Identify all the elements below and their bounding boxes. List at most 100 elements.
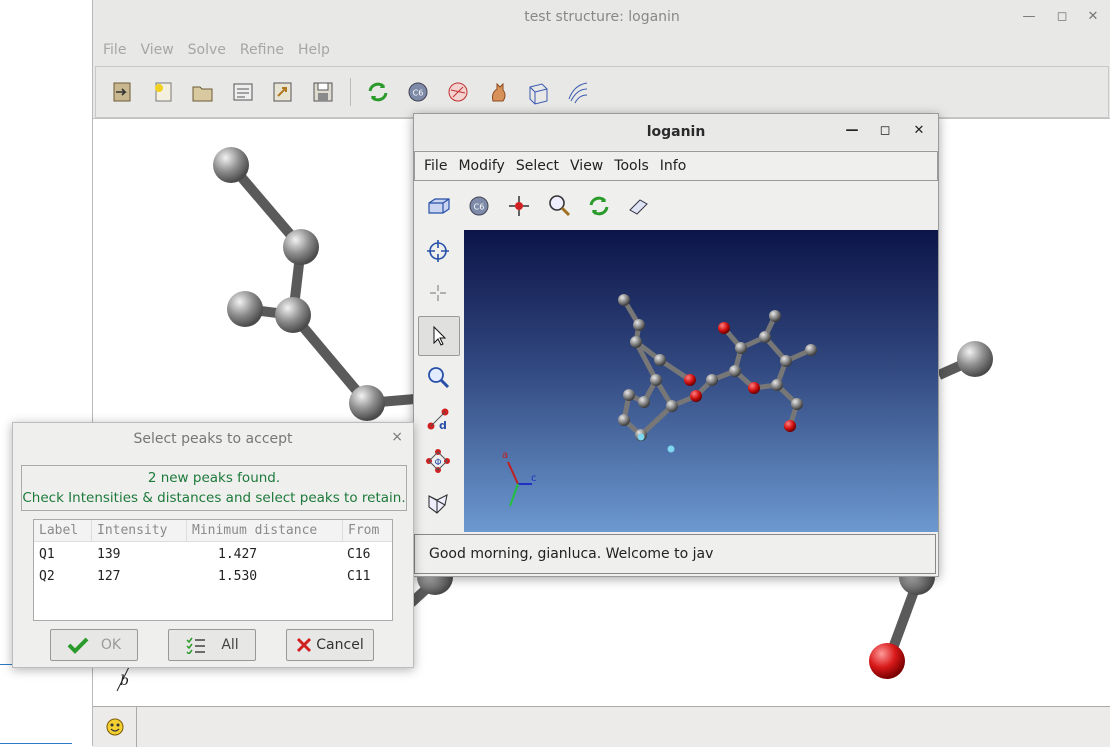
save-icon[interactable] [310,79,336,105]
molecule-drawing: a c [502,294,817,507]
svg-text:C6: C6 [413,89,424,98]
peaks-table: Label Intensity Minimum distance From Q1… [33,519,393,621]
unit-cell-icon[interactable] [426,193,452,219]
export-icon[interactable] [270,79,296,105]
cancel-button[interactable]: Cancel [286,629,374,661]
cell-from: C11 [347,569,371,584]
main-title: test structure: loganin [524,9,680,25]
axis-b-label: b [120,673,129,689]
distance-icon[interactable]: d [418,400,458,438]
folder-icon[interactable] [190,79,216,105]
atom-center-icon[interactable] [506,193,532,219]
smiley-icon[interactable] [94,707,136,747]
structure-icon[interactable] [445,79,471,105]
cell-icon[interactable] [525,79,551,105]
minimize-button[interactable]: — [842,121,862,141]
crosshair-icon[interactable] [418,274,458,312]
select-peaks-dialog: Select peaks to accept × 2 new peaks fou… [12,422,414,668]
element-c6-icon[interactable]: C6 [405,79,431,105]
loganin-toolbar: C6 [414,184,938,228]
atom[interactable] [283,229,319,265]
close-button[interactable]: ✕ [1083,7,1103,27]
column-header-label[interactable]: Label [34,520,91,542]
new-icon[interactable] [150,79,176,105]
axes-indicator: a c [502,450,537,507]
refresh-icon[interactable] [586,193,612,219]
cancel-x-icon [297,637,312,653]
table-row[interactable]: Q1 139 1.427 C16 [34,544,392,566]
all-label: All [221,637,239,653]
atom[interactable] [275,297,311,333]
message-line-1: 2 new peaks found. [147,470,281,486]
atom[interactable] [227,291,263,327]
toolbar-separator [350,78,351,106]
dialog-close-button[interactable]: × [391,429,403,445]
target-icon[interactable] [418,232,458,270]
menu-view[interactable]: View [570,158,603,174]
molecule-viewport[interactable]: a c [464,230,938,532]
cell-distance: 1.530 [218,569,258,584]
main-statusbar [93,706,1110,747]
main-menubar: File View Solve Refine Help [93,36,1110,64]
refresh-icon[interactable] [365,79,391,105]
close-button[interactable]: ✕ [909,121,929,141]
pointer-icon[interactable] [418,316,460,356]
menu-solve[interactable]: Solve [188,42,226,58]
cell-from: C16 [347,547,371,562]
menu-tools[interactable]: Tools [614,158,649,174]
maximize-button[interactable]: ◻ [1052,7,1072,27]
ok-button[interactable]: OK [50,629,138,661]
loganin-title-bar: loganin — ◻ ✕ [414,114,938,150]
wave-icon[interactable] [565,79,591,105]
maximize-button[interactable]: ◻ [875,121,895,141]
rotate-icon[interactable] [418,484,458,522]
dialog-title-bar: Select peaks to accept [13,423,413,455]
cell-intensity: 127 [97,569,121,584]
zoom-search-icon[interactable] [546,193,572,219]
open-icon[interactable] [110,79,136,105]
ok-label: OK [100,637,122,653]
cell-intensity: 139 [97,547,121,562]
document-icon[interactable] [230,79,256,105]
minimize-button[interactable]: — [1019,7,1039,27]
atom[interactable] [213,147,249,183]
menu-view[interactable]: View [140,42,173,58]
loganin-title: loganin [646,124,706,140]
angle-icon[interactable]: Φ [418,442,458,480]
svg-text:d: d [439,419,447,432]
eraser-icon[interactable] [626,193,652,219]
left-edge-line [0,743,72,744]
column-header-from[interactable]: From [342,520,392,542]
menu-refine[interactable]: Refine [240,42,284,58]
oxygen-atom[interactable] [869,643,905,679]
peak-q1[interactable] [637,433,645,441]
loganin-menubar: File Modify Select View Tools Info [414,151,938,181]
menu-file[interactable]: File [103,42,126,58]
zoom-icon[interactable] [418,358,458,396]
axis-a-label: a [502,450,508,461]
axis-b-indicator: b [116,666,130,692]
loganin-window: loganin — ◻ ✕ File Modify Select View To… [413,113,939,577]
cat-icon[interactable] [485,79,511,105]
menu-select[interactable]: Select [516,158,559,174]
menu-help[interactable]: Help [298,42,330,58]
atom[interactable] [349,385,385,421]
column-header-min-distance[interactable]: Minimum distance [186,520,342,542]
table-row[interactable]: Q2 127 1.530 C11 [34,566,392,588]
status-message: Good morning, gianluca. Welcome to jav [429,546,714,562]
element-icon[interactable]: C6 [466,193,492,219]
axis-c-label: c [531,473,537,484]
column-header-intensity[interactable]: Intensity [91,520,186,542]
main-title-bar: test structure: loganin — ◻ ✕ [93,0,1110,34]
atom[interactable] [957,341,993,377]
menu-modify[interactable]: Modify [458,158,504,174]
svg-text:C6: C6 [474,203,485,212]
peak-q2[interactable] [667,445,675,453]
molecule-bonds [621,298,813,437]
cancel-label: Cancel [316,637,364,653]
menu-file[interactable]: File [424,158,447,174]
loganin-statusbar: Good morning, gianluca. Welcome to jav [414,534,936,574]
all-button[interactable]: All [168,629,256,661]
menu-info[interactable]: Info [660,158,687,174]
list-check-icon [186,637,206,654]
